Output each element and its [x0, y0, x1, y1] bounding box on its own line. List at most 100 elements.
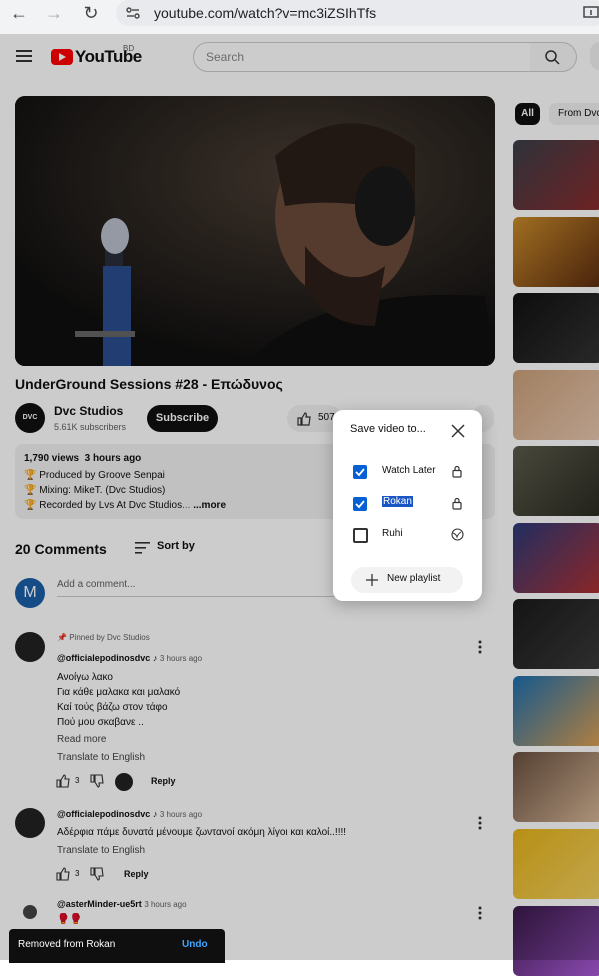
playlist-name[interactable]: Rokan [382, 496, 413, 507]
comment-header: @officialepodinosdvc ♪ 3 hours ago [57, 653, 202, 663]
reply-button[interactable]: Reply [124, 869, 149, 879]
comment-time: 3 hours ago [159, 810, 203, 819]
dialog-title: Save video to... [350, 423, 426, 435]
comment-menu-icon[interactable] [477, 639, 483, 655]
thumbs-up-icon [297, 412, 311, 426]
subscriber-count: 5.61K subscribers [54, 422, 127, 432]
comment-menu-icon[interactable] [477, 905, 483, 921]
comment-time: 3 hours ago [144, 900, 187, 909]
channel-name[interactable]: Dvc Studios [54, 404, 123, 418]
truncation-ellipsis: ... [182, 500, 191, 511]
thumbs-up-icon[interactable] [56, 867, 70, 881]
recommended-video-thumbnail[interactable] [513, 293, 599, 363]
comment-like-count: 3 [75, 869, 80, 878]
browser-toolbar: ← → ↻ youtube.com/watch?v=mc3iZSIhTfs [0, 0, 599, 34]
sort-icon [135, 542, 150, 554]
back-icon[interactable]: ← [6, 0, 32, 26]
view-count: 1,790 views [24, 453, 80, 464]
subscribe-button[interactable]: Subscribe [147, 405, 218, 432]
recommended-video-thumbnail[interactable] [513, 906, 599, 976]
url-text[interactable]: youtube.com/watch?v=mc3iZSIhTfs [154, 5, 376, 21]
music-note-icon: ♪ [152, 653, 158, 663]
sort-button[interactable]: Sort by [135, 540, 205, 556]
playlist-checkbox-ruhi[interactable] [353, 528, 368, 543]
globe-icon [451, 528, 464, 541]
commenter-avatar[interactable] [15, 808, 45, 838]
comment-menu-icon[interactable] [477, 815, 483, 831]
video-player[interactable] [15, 96, 495, 366]
youtube-logo-icon[interactable] [51, 49, 73, 65]
plus-icon [366, 574, 378, 586]
comment-text: 🥊🥊 [57, 914, 82, 925]
lock-icon [452, 497, 462, 510]
search-input[interactable]: Search [193, 42, 532, 72]
comment-author[interactable]: @officialepodinosdvc [57, 809, 150, 819]
description-line: 🏆 Mixing: MikeT. (Dvc Studios) [24, 485, 166, 496]
search-icon [545, 50, 560, 65]
recommended-video-thumbnail[interactable] [513, 829, 599, 899]
snackbar-toast: Removed from Rokan Undo [9, 929, 225, 963]
install-app-icon[interactable] [582, 4, 599, 22]
menu-icon[interactable] [16, 48, 34, 64]
comment-author[interactable]: @asterMinder-ue5rt [57, 899, 142, 909]
save-to-playlist-dialog: Save video to... Watch Later Rokan Ruhi … [333, 410, 482, 601]
commenter-avatar[interactable] [15, 632, 45, 662]
thumbs-down-icon[interactable] [90, 867, 104, 881]
comment-header: @asterMinder-ue5rt 3 hours ago [57, 899, 187, 909]
playlist-checkbox-rokan[interactable] [353, 497, 367, 511]
translate-link[interactable]: Translate to English [57, 845, 145, 856]
video-title: UnderGround Sessions #28 - Επώδυνος [15, 376, 283, 392]
comment-text: Ανοίγω λακο Για κάθε μαλακα και μαλακό Κ… [57, 672, 181, 728]
close-icon[interactable] [450, 423, 466, 439]
voice-search-button[interactable] [590, 42, 599, 70]
comments-count: 20 Comments [15, 541, 107, 557]
my-avatar[interactable]: M [15, 578, 45, 608]
show-more-link[interactable]: ...more [193, 500, 226, 511]
pin-icon: 📌 [57, 633, 67, 642]
commenter-avatar[interactable] [18, 902, 42, 922]
new-playlist-button[interactable]: New playlist [351, 567, 463, 593]
comment-author[interactable]: @officialepodinosdvc [57, 653, 150, 663]
recommended-video-thumbnail[interactable] [513, 523, 599, 593]
recommended-video-thumbnail[interactable] [513, 217, 599, 287]
thumbs-down-icon[interactable] [90, 774, 104, 788]
trophy-icon: 🏆 [24, 500, 37, 511]
checkmark-icon [355, 468, 365, 477]
chip-all[interactable]: All [515, 103, 540, 125]
upload-time: 3 hours ago [84, 453, 142, 464]
toast-message: Removed from Rokan [18, 939, 116, 950]
search-placeholder: Search [206, 50, 245, 64]
playlist-checkbox-watch-later[interactable] [353, 465, 367, 479]
chip-from-channel[interactable]: From Dvc [549, 103, 599, 125]
comment-header: @officialepodinosdvc ♪ 3 hours ago [57, 809, 202, 819]
recommended-video-thumbnail[interactable] [513, 752, 599, 822]
trophy-icon: 🏆 [24, 485, 37, 496]
reply-button[interactable]: Reply [151, 776, 176, 786]
region-code: BD [123, 44, 135, 53]
playlist-name[interactable]: Ruhi [382, 528, 403, 539]
search-button[interactable] [530, 42, 577, 72]
description-line: 🏆 Produced by Groove Senpai [24, 470, 165, 481]
undo-button[interactable]: Undo [182, 939, 208, 950]
read-more-link[interactable]: Read more [57, 734, 106, 745]
recommended-video-thumbnail[interactable] [513, 446, 599, 516]
recommended-video-thumbnail[interactable] [513, 599, 599, 669]
thumbs-up-icon[interactable] [56, 774, 70, 788]
recommended-video-thumbnail[interactable] [513, 676, 599, 746]
comment-like-count: 3 [75, 776, 80, 785]
translate-link[interactable]: Translate to English [57, 752, 145, 763]
reload-icon[interactable]: ↻ [78, 0, 104, 26]
forward-icon[interactable]: → [41, 0, 67, 26]
site-info-icon[interactable] [124, 4, 142, 22]
description-line: 🏆 Recorded by Lvs At Dvc Studios... ...m… [24, 500, 227, 511]
creator-heart-avatar [115, 773, 133, 791]
recommended-video-thumbnail[interactable] [513, 370, 599, 440]
channel-avatar[interactable]: DVC [15, 403, 45, 433]
recommended-video-thumbnail[interactable] [513, 140, 599, 210]
music-note-icon: ♪ [152, 809, 158, 819]
lock-icon [452, 465, 462, 478]
pinned-label: 📌 Pinned by Dvc Studios [57, 633, 150, 642]
comment-time: 3 hours ago [159, 654, 203, 663]
trophy-icon: 🏆 [24, 470, 37, 481]
playlist-name[interactable]: Watch Later [382, 465, 436, 476]
